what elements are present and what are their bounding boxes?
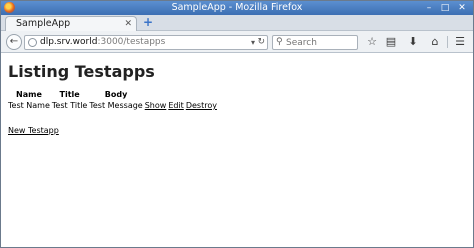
table-header-row: Name Title Body xyxy=(7,89,218,100)
minimize-button[interactable]: – xyxy=(423,2,435,14)
page-title: Listing Testapps xyxy=(8,62,155,81)
globe-icon xyxy=(28,38,37,47)
show-link[interactable]: Show xyxy=(145,101,167,110)
table-row: Test Name Test Title Test Message Show E… xyxy=(7,100,218,111)
destroy-link[interactable]: Destroy xyxy=(186,101,217,110)
cell-body: Test Message xyxy=(89,101,143,110)
testapps-table: Name Title Body Test Name Test Title Tes… xyxy=(7,89,218,111)
cell-title: Test Title xyxy=(51,101,88,110)
download-icon[interactable]: ⬇ xyxy=(406,35,420,49)
column-header-body: Body xyxy=(104,90,128,99)
close-window-button[interactable]: ✕ xyxy=(456,2,468,14)
url-text[interactable]: dlp.srv.world:3000/testapps xyxy=(40,36,165,49)
column-header-action xyxy=(167,89,185,100)
window-title: SampleApp - Mozilla Firefox xyxy=(171,2,303,13)
back-icon[interactable]: ← xyxy=(6,34,22,50)
url-bar[interactable]: dlp.srv.world:3000/testapps ▾ ↻ xyxy=(24,35,268,50)
tab-strip: SampleApp ✕ + xyxy=(1,15,473,31)
tab-label: SampleApp xyxy=(16,18,71,29)
column-header-action xyxy=(144,89,168,100)
browser-window: SampleApp - Mozilla Firefox – □ ✕ Sample… xyxy=(0,0,474,248)
tab-sampleapp[interactable]: SampleApp ✕ xyxy=(5,16,137,31)
search-input[interactable] xyxy=(286,37,356,48)
new-tab-button[interactable]: + xyxy=(142,16,154,29)
bookmark-star-icon[interactable]: ☆ xyxy=(365,35,379,49)
navigation-bar: ← dlp.srv.world:3000/testapps ▾ ↻ ⚲ ☆ ▤ … xyxy=(1,31,473,53)
dropdown-icon[interactable]: ▾ xyxy=(251,36,255,49)
menu-icon[interactable]: ☰ xyxy=(453,35,467,49)
tab-close-icon[interactable]: ✕ xyxy=(124,17,132,31)
cell-name: Test Name xyxy=(8,101,50,110)
reading-list-icon[interactable]: ▤ xyxy=(384,35,398,49)
url-host: dlp.srv.world xyxy=(40,37,98,47)
new-testapp-link[interactable]: New Testapp xyxy=(8,126,59,135)
url-path: :3000/testapps xyxy=(97,37,166,47)
column-header-title: Title xyxy=(59,90,80,99)
home-icon[interactable]: ⌂ xyxy=(428,35,442,49)
edit-link[interactable]: Edit xyxy=(168,101,184,110)
search-icon: ⚲ xyxy=(276,37,283,47)
title-bar: SampleApp - Mozilla Firefox – □ ✕ xyxy=(1,1,473,15)
maximize-button[interactable]: □ xyxy=(439,2,451,14)
search-bar[interactable]: ⚲ xyxy=(272,35,358,50)
toolbar-divider xyxy=(447,36,448,48)
column-header-name: Name xyxy=(16,90,42,99)
column-header-action xyxy=(185,89,218,100)
page-content: Listing Testapps Name Title Body Test Na… xyxy=(1,54,473,247)
reload-icon[interactable]: ↻ xyxy=(257,36,265,49)
